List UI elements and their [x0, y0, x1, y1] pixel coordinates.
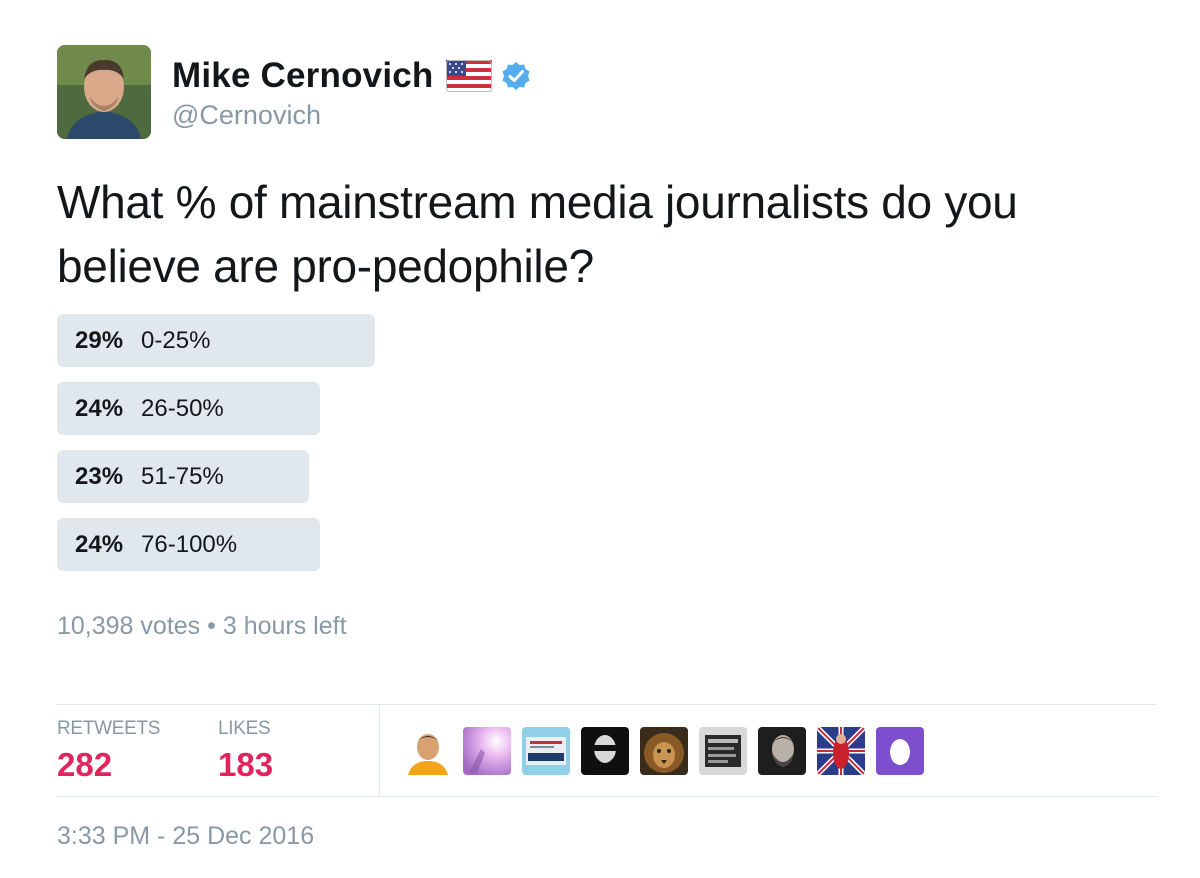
liker-avatar[interactable] [522, 727, 570, 775]
poll: 29% 0-25% 24% 26-50% 23% 51-75% 24% 76-100% [57, 314, 1157, 586]
poll-time-left: 3 hours left [222, 612, 347, 640]
liker-avatar[interactable] [817, 727, 865, 775]
liker-avatar[interactable] [404, 727, 452, 775]
poll-meta: 10,398 votes • 3 hours left [57, 612, 347, 641]
us-flag-icon [445, 60, 492, 92]
tweet-stats: RETWEETS 282 LIKES 183 [57, 704, 1157, 796]
poll-percent: 23% [75, 463, 124, 490]
likes-stat[interactable]: LIKES 183 [218, 718, 273, 784]
author-avatar[interactable] [57, 45, 151, 139]
retweets-count: 282 [57, 746, 113, 783]
tweet-text-line-2: believe are pro-pedophile? [57, 240, 594, 292]
retweets-stat[interactable]: RETWEETS 282 [57, 718, 160, 784]
author-display-name[interactable]: Mike Cernovich [172, 56, 434, 96]
poll-option-label: 26-50% [141, 395, 224, 422]
poll-option-label: 76-100% [141, 531, 238, 558]
poll-option: 29% 0-25% [57, 314, 1157, 367]
author-name-row: Mike Cernovich [172, 56, 531, 96]
liker-avatar[interactable] [581, 727, 629, 775]
stats-vertical-divider [379, 704, 380, 796]
author-handle[interactable]: @Cernovich [172, 100, 321, 131]
liker-avatars [404, 727, 935, 775]
likes-label: LIKES [218, 718, 271, 739]
poll-option: 23% 51-75% [57, 450, 1157, 503]
liker-avatar[interactable] [699, 727, 747, 775]
poll-meta-separator: • [207, 612, 216, 640]
stats-bottom-divider [57, 796, 1157, 797]
poll-percent: 24% [75, 395, 124, 422]
likes-count: 183 [218, 746, 274, 783]
poll-vote-count: 10,398 votes [57, 612, 201, 640]
poll-percent: 24% [75, 531, 124, 558]
tweet-timestamp[interactable]: 3:33 PM - 25 Dec 2016 [57, 822, 314, 851]
poll-option: 24% 76-100% [57, 518, 1157, 571]
tweet-text-line-1: What % of mainstream media journalists d… [57, 176, 1018, 228]
retweets-label: RETWEETS [57, 718, 161, 739]
liker-avatar[interactable] [640, 727, 688, 775]
liker-avatar[interactable] [876, 727, 924, 775]
poll-percent: 29% [75, 327, 124, 354]
poll-option: 24% 26-50% [57, 382, 1157, 435]
poll-option-label: 0-25% [141, 327, 211, 354]
liker-avatar[interactable] [758, 727, 806, 775]
verified-badge-icon [502, 62, 529, 90]
tweet-text: What % of mainstream media journalists d… [57, 170, 1157, 298]
poll-option-label: 51-75% [141, 463, 224, 490]
liker-avatar[interactable] [463, 727, 511, 775]
